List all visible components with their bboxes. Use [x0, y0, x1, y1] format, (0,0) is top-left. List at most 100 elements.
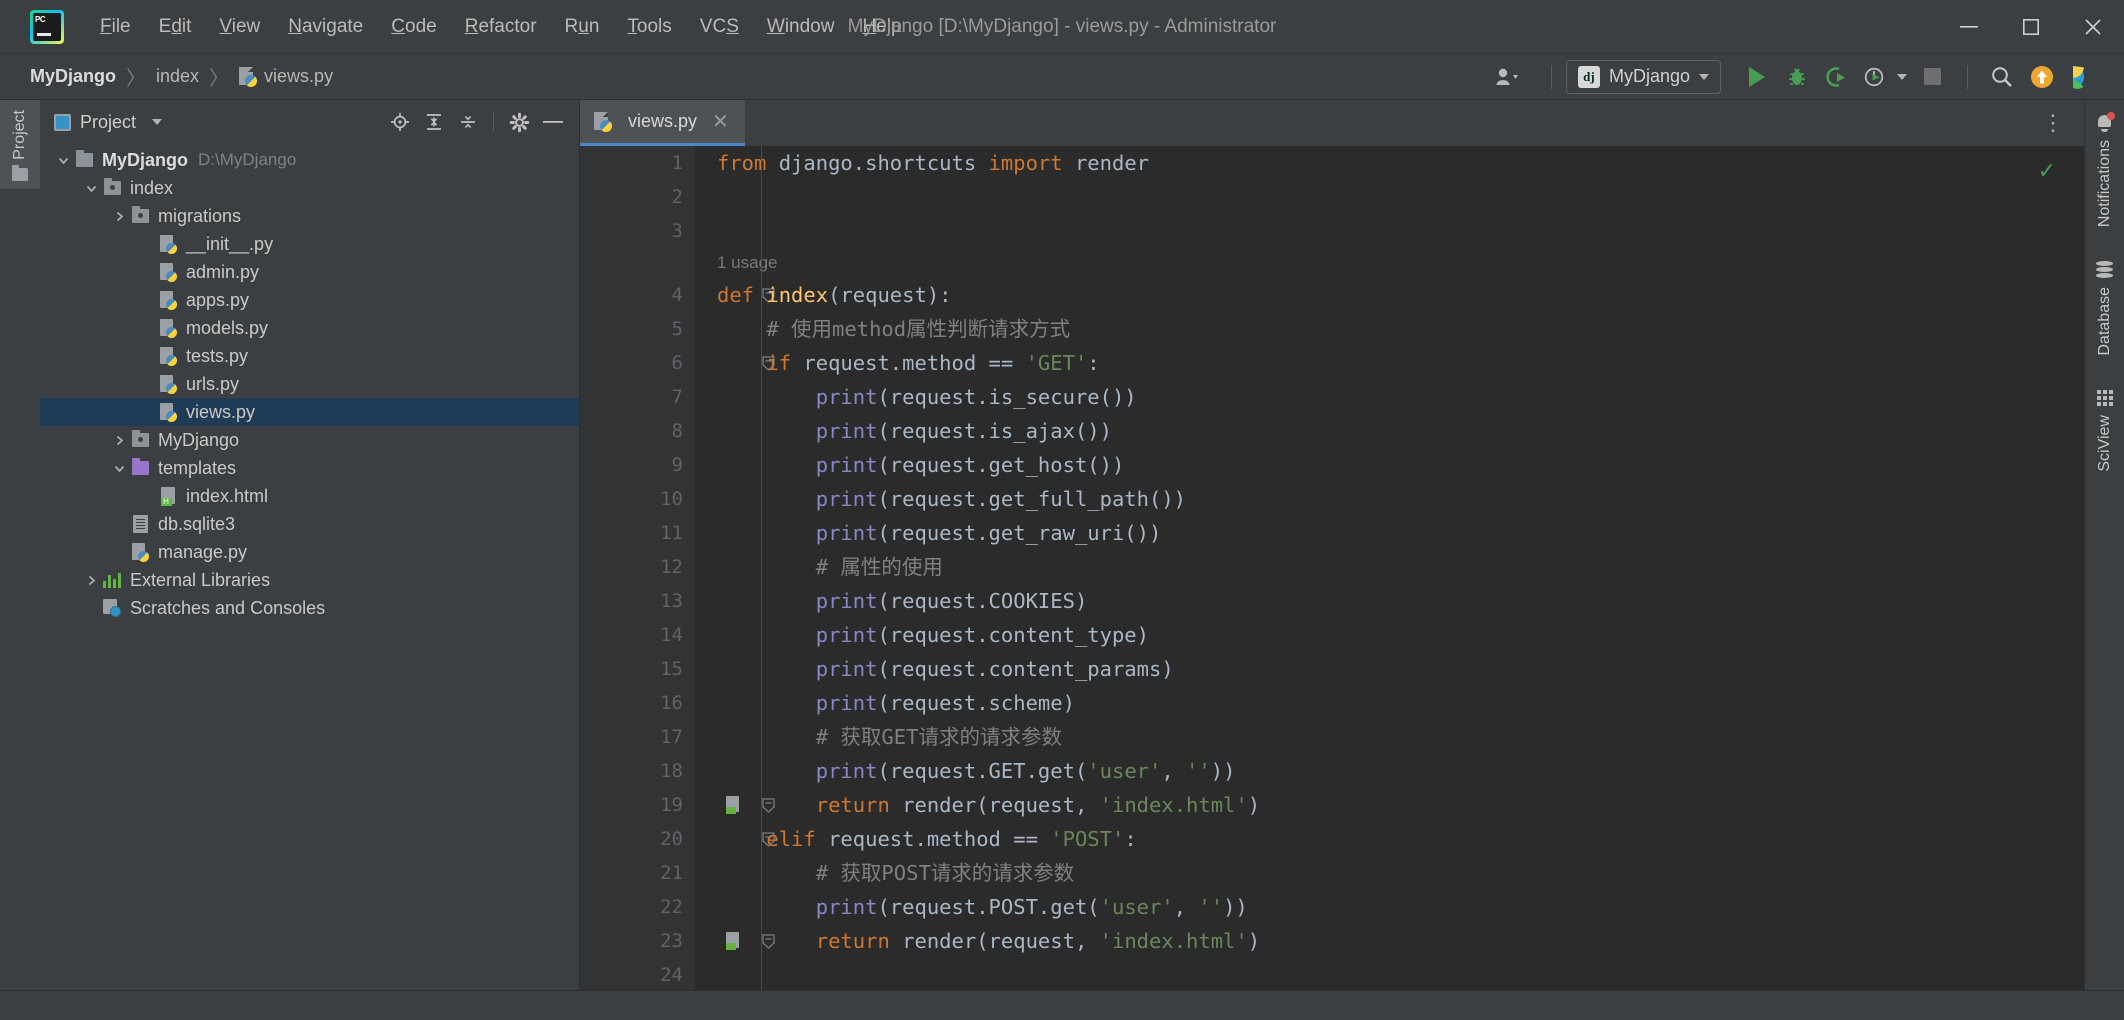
gutter-line-number[interactable]: 5 — [580, 312, 695, 346]
settings-gear-icon[interactable] — [503, 107, 535, 137]
debug-button[interactable] — [1777, 60, 1817, 94]
tree-item-mydjango[interactable]: MyDjango — [40, 426, 579, 454]
gutter-line-number[interactable]: 7 — [580, 380, 695, 414]
gutter-line-number[interactable]: 22 — [580, 890, 695, 924]
gutter-line-number[interactable]: 23 — [580, 924, 775, 958]
ide-helper-icon[interactable] — [2062, 60, 2102, 94]
gutter-line-number[interactable]: 13 — [580, 584, 695, 618]
code-editor[interactable]: 1 2 3 4 5 6 7 8 9 10 11 12 13 14 15 16 17 18 19 20 21 22 23 24 … — [580, 146, 2084, 990]
menu-item-run[interactable]: Run — [551, 12, 614, 42]
chevron-down-icon[interactable] — [52, 154, 74, 167]
code-line[interactable]: print(request.scheme) — [717, 686, 2084, 720]
gutter-line-number[interactable]: 18 — [580, 754, 695, 788]
hide-panel-icon[interactable] — [537, 107, 569, 137]
code-line[interactable]: print(request.COOKIES) — [717, 584, 2084, 618]
user-avatar-icon[interactable] — [1481, 60, 1537, 94]
tree-item-migrations[interactable]: migrations — [40, 202, 579, 230]
minimize-button[interactable] — [1938, 0, 2000, 53]
menu-item-window[interactable]: Window — [753, 12, 849, 42]
menu-item-code[interactable]: Code — [377, 12, 450, 42]
menu-item-edit[interactable]: Edit — [145, 12, 206, 42]
code-line[interactable]: from django.shortcuts import render — [717, 146, 2084, 180]
tree-item-models-py[interactable]: models.py — [40, 314, 579, 342]
inspection-status-icon[interactable]: ✓ — [2038, 158, 2056, 184]
tree-item-mydjango[interactable]: MyDjango D:\MyDjango — [40, 146, 579, 174]
project-file-tree[interactable]: MyDjango D:\MyDjango index migrations __init… — [40, 144, 579, 990]
code-line[interactable]: elif request.method == 'POST': — [717, 822, 2084, 856]
profile-button[interactable] — [1857, 60, 1891, 94]
gutter-line-number[interactable]: 24 — [580, 958, 695, 992]
tree-item-urls-py[interactable]: urls.py — [40, 370, 579, 398]
gutter-line-number[interactable]: 2 — [580, 180, 695, 214]
chevron-down-icon[interactable] — [108, 462, 130, 475]
tree-item-templates[interactable]: templates — [40, 454, 579, 482]
tree-item-admin-py[interactable]: admin.py — [40, 258, 579, 286]
gutter-line-number[interactable]: 14 — [580, 618, 695, 652]
menu-item-refactor[interactable]: Refactor — [451, 12, 551, 42]
chevron-right-icon[interactable] — [108, 434, 130, 447]
gutter-line-number[interactable]: 11 — [580, 516, 695, 550]
code-line[interactable]: # 获取POST请求的请求参数 — [717, 856, 2084, 890]
code-line[interactable] — [717, 180, 2084, 214]
tree-item-init-py[interactable]: __init__.py — [40, 230, 579, 258]
code-line[interactable]: print(request.POST.get('user', '')) — [717, 890, 2084, 924]
run-configuration-selector[interactable]: dj MyDjango — [1565, 59, 1721, 94]
code-line[interactable]: # 使用method属性判断请求方式 — [717, 312, 2084, 346]
close-icon[interactable]: ✕ — [712, 109, 729, 134]
breadcrumb-file[interactable]: views.py — [264, 66, 333, 87]
tree-item-index[interactable]: index — [40, 174, 579, 202]
gutter-line-number[interactable]: 21 — [580, 856, 695, 890]
gutter-line-number[interactable]: 17 — [580, 720, 695, 754]
expand-all-icon[interactable] — [418, 107, 450, 137]
maximize-button[interactable] — [2000, 0, 2062, 53]
breadcrumb-folder[interactable]: index — [156, 66, 199, 87]
gutter-line-number[interactable]: 3 — [580, 214, 695, 248]
gutter-line-number[interactable]: 19 — [580, 788, 775, 822]
gutter-line-number[interactable]: 12 — [580, 550, 695, 584]
menu-item-help[interactable]: Help — [848, 12, 915, 42]
run-with-coverage-button[interactable] — [1817, 60, 1857, 94]
code-line[interactable]: print(request.get_raw_uri()) — [717, 516, 2084, 550]
gutter-line-number[interactable]: 8 — [580, 414, 695, 448]
search-everywhere-icon[interactable] — [1982, 60, 2022, 94]
code-line[interactable]: # 获取GET请求的请求参数 — [717, 720, 2084, 754]
code-line[interactable]: def index(request): — [717, 278, 2084, 312]
tree-item-tests-py[interactable]: tests.py — [40, 342, 579, 370]
code-line[interactable]: print(request.content_type) — [717, 618, 2084, 652]
menu-item-navigate[interactable]: Navigate — [274, 12, 377, 42]
chevron-down-icon[interactable] — [152, 119, 163, 125]
tree-item-external-libraries[interactable]: External Libraries — [40, 566, 579, 594]
stop-button[interactable] — [1913, 60, 1953, 94]
gutter-line-number[interactable]: 10 — [580, 482, 695, 516]
gutter-line-number[interactable]: 16 — [580, 686, 695, 720]
rail-tab-notifications[interactable]: Notifications — [2096, 112, 2115, 227]
rail-tab-database[interactable]: Database — [2096, 261, 2114, 356]
collapse-all-icon[interactable] — [452, 107, 484, 137]
tree-item-manage-py[interactable]: manage.py — [40, 538, 579, 566]
menu-item-tools[interactable]: Tools — [613, 12, 685, 42]
close-button[interactable] — [2062, 0, 2124, 53]
gutter-line-number[interactable]: 1 — [580, 146, 695, 180]
gutter-line-number[interactable]: 15 — [580, 652, 695, 686]
menu-item-vcs[interactable]: VCS — [686, 12, 753, 42]
tree-item-views-py[interactable]: views.py — [40, 398, 579, 426]
editor-tab-views-py[interactable]: views.py ✕ — [580, 100, 745, 146]
code-line[interactable] — [717, 214, 2084, 248]
locate-icon[interactable] — [384, 107, 416, 137]
code-line[interactable]: print(request.content_params) — [717, 652, 2084, 686]
rail-tab-project[interactable]: Project — [0, 100, 40, 189]
chevron-right-icon[interactable] — [108, 210, 130, 223]
gutter-line-number[interactable]: 9 — [580, 448, 695, 482]
code-line[interactable] — [717, 958, 2084, 990]
tree-item-apps-py[interactable]: apps.py — [40, 286, 579, 314]
menu-item-view[interactable]: View — [205, 12, 274, 42]
breadcrumb-project[interactable]: MyDjango — [30, 66, 116, 87]
code-line[interactable]: print(request.is_ajax()) — [717, 414, 2084, 448]
code-line[interactable]: print(request.get_full_path()) — [717, 482, 2084, 516]
code-line[interactable]: # 属性的使用 — [717, 550, 2084, 584]
code-line[interactable]: print(request.is_secure()) — [717, 380, 2084, 414]
run-button[interactable] — [1737, 60, 1777, 94]
gutter-line-number[interactable]: 20 — [580, 822, 775, 856]
menu-item-file[interactable]: File — [86, 12, 145, 42]
tree-item-db-sqlite3[interactable]: db.sqlite3 — [40, 510, 579, 538]
